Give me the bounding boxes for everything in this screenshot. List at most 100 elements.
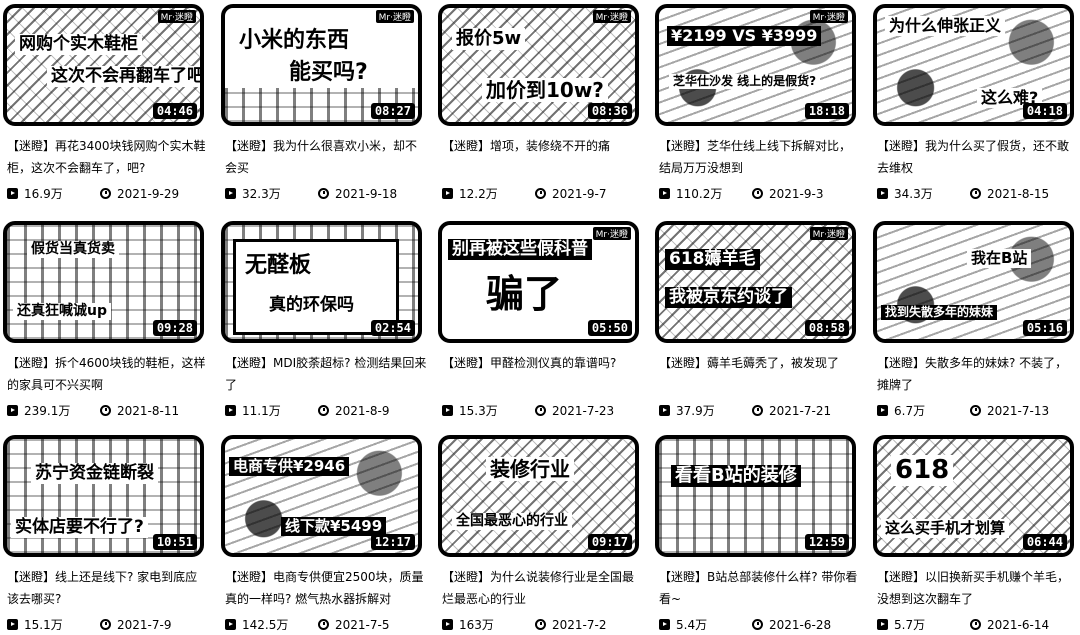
view-count: 37.9万 <box>676 404 715 418</box>
video-title[interactable]: 【迷瞪】线上还是线下? 家电到底应该去哪买? <box>7 566 209 610</box>
clock-icon <box>318 619 329 630</box>
video-card[interactable]: 装修行业 全国最恶心的行业 09:17 【迷瞪】为什么说装修行业是全国最烂最恶心… <box>438 435 648 635</box>
view-count: 12.2万 <box>459 187 498 201</box>
video-title[interactable]: 【迷瞪】电商专供便宜2500块，质量真的一样吗? 燃气热水器拆解对 <box>225 566 427 610</box>
duration-badge: 05:16 <box>1022 320 1067 336</box>
video-thumbnail[interactable]: 苏宁资金链断裂 实体店要不行了? 10:51 <box>3 435 204 557</box>
play-count-icon <box>877 188 888 199</box>
video-meta: 34.3万 2021-8-15 <box>877 185 1080 202</box>
view-count: 239.1万 <box>24 404 71 418</box>
video-title[interactable]: 【迷瞪】甲醛检测仪真的靠谱吗? <box>442 352 644 396</box>
video-title[interactable]: 【迷瞪】MDI胶荼超标? 检测结果回来了 <box>225 352 427 396</box>
video-card[interactable]: 网购个实木鞋柜 这次不会再翻车了吧 Mr·迷瞪 04:46 【迷瞪】再花3400… <box>3 4 213 204</box>
clock-icon <box>752 619 763 630</box>
video-card[interactable]: 我在B站 找到失散多年的妹妹 05:16 【迷瞪】失散多年的妹妹? 不装了，摊牌… <box>873 221 1080 421</box>
view-count: 6.7万 <box>894 404 926 418</box>
video-thumbnail[interactable]: 小米的东西 能买吗? Mr·迷瞪 08:27 <box>221 4 422 126</box>
thumbnail-caption: 装修行业 <box>486 457 574 481</box>
video-thumbnail[interactable]: 无醛板 真的环保吗 02:54 <box>221 221 422 343</box>
view-count: 163万 <box>459 618 494 632</box>
video-grid: 网购个实木鞋柜 这次不会再翻车了吧 Mr·迷瞪 04:46 【迷瞪】再花3400… <box>0 0 1080 632</box>
clock-icon <box>970 188 981 199</box>
play-count-icon <box>442 405 453 416</box>
video-card[interactable]: 为什么伸张正义 这么难? 04:18 【迷瞪】我为什么买了假货，还不敢去维权 3… <box>873 4 1080 204</box>
video-card[interactable]: 别再被这些假科普 骗了 Mr·迷瞪 05:50 【迷瞪】甲醛检测仪真的靠谱吗? … <box>438 221 648 421</box>
thumbnail-caption: 网购个实木鞋柜 <box>15 34 142 55</box>
thumbnail-caption: 我被京东约谈了 <box>665 287 792 308</box>
publish-date: 2021-8-9 <box>335 403 390 418</box>
video-title[interactable]: 【迷瞪】芝华仕线上线下拆解对比，结局万万没想到 <box>659 135 861 179</box>
thumbnail-caption: 假货当真货卖 <box>27 241 119 259</box>
video-title[interactable]: 【迷瞪】我为什么很喜欢小米，却不会买 <box>225 135 427 179</box>
duration-badge: 04:18 <box>1022 103 1067 119</box>
video-title[interactable]: 【迷瞪】以旧换新买手机赚个羊毛，没想到这次翻车了 <box>877 566 1079 610</box>
video-card[interactable]: 假货当真货卖 还真狂喊诚up 09:28 【迷瞪】拆个4600块钱的鞋柜，这样的… <box>3 221 213 421</box>
video-thumbnail[interactable]: 618薅羊毛 我被京东约谈了 Mr·迷瞪 08:58 <box>655 221 856 343</box>
video-title[interactable]: 【迷瞪】失散多年的妹妹? 不装了，摊牌了 <box>877 352 1079 396</box>
play-count-icon <box>659 619 670 630</box>
watermark: Mr·迷瞪 <box>157 10 196 23</box>
publish-date: 2021-8-15 <box>987 186 1050 201</box>
duration-badge: 10:51 <box>152 534 197 550</box>
watermark: Mr·迷瞪 <box>592 10 631 23</box>
video-title[interactable]: 【迷瞪】我为什么买了假货，还不敢去维权 <box>877 135 1079 179</box>
publish-date: 2021-7-23 <box>552 403 615 418</box>
video-thumbnail[interactable]: 我在B站 找到失散多年的妹妹 05:16 <box>873 221 1074 343</box>
video-card[interactable]: 报价5w 加价到10w? Mr·迷瞪 08:36 【迷瞪】增项，装修绕不开的痛 … <box>438 4 648 204</box>
view-count: 11.1万 <box>242 404 281 418</box>
video-title[interactable]: 【迷瞪】B站总部装修什么样? 带你看看~ <box>659 566 861 610</box>
video-card[interactable]: ¥2199 VS ¥3999 芝华仕沙发 线上的是假货? Mr·迷瞪 18:18… <box>655 4 865 204</box>
duration-badge: 05:50 <box>587 320 632 336</box>
video-card[interactable]: 618薅羊毛 我被京东约谈了 Mr·迷瞪 08:58 【迷瞪】薅羊毛薅秃了，被发… <box>655 221 865 421</box>
video-thumbnail[interactable]: 618 这么买手机才划算 06:44 <box>873 435 1074 557</box>
publish-date: 2021-6-28 <box>769 617 832 632</box>
video-title[interactable]: 【迷瞪】薅羊毛薅秃了，被发现了 <box>659 352 861 396</box>
video-thumbnail[interactable]: ¥2199 VS ¥3999 芝华仕沙发 线上的是假货? Mr·迷瞪 18:18 <box>655 4 856 126</box>
thumbnail-caption: 小米的东西 <box>235 28 354 55</box>
play-count-icon <box>442 619 453 630</box>
watermark: Mr·迷瞪 <box>809 10 848 23</box>
video-thumbnail[interactable]: 装修行业 全国最恶心的行业 09:17 <box>438 435 639 557</box>
play-count-icon <box>877 405 888 416</box>
view-count: 34.3万 <box>894 187 933 201</box>
video-title[interactable]: 【迷瞪】为什么说装修行业是全国最烂最恶心的行业 <box>442 566 644 610</box>
video-card[interactable]: 苏宁资金链断裂 实体店要不行了? 10:51 【迷瞪】线上还是线下? 家电到底应… <box>3 435 213 635</box>
video-card[interactable]: 无醛板 真的环保吗 02:54 【迷瞪】MDI胶荼超标? 检测结果回来了 11.… <box>221 221 431 421</box>
view-count: 5.4万 <box>676 618 708 632</box>
play-count-icon <box>659 405 670 416</box>
publish-date: 2021-7-9 <box>117 617 172 632</box>
clock-icon <box>535 619 546 630</box>
clock-icon <box>100 188 111 199</box>
publish-date: 2021-7-13 <box>987 403 1050 418</box>
video-title[interactable]: 【迷瞪】再花3400块钱网购个实木鞋柜，这次不会翻车了，吧? <box>7 135 209 179</box>
video-meta: 12.2万 2021-9-7 <box>442 185 648 202</box>
video-thumbnail[interactable]: 为什么伸张正义 这么难? 04:18 <box>873 4 1074 126</box>
video-thumbnail[interactable]: 看看B站的装修 12:59 <box>655 435 856 557</box>
view-count: 15.1万 <box>24 618 63 632</box>
video-thumbnail[interactable]: 网购个实木鞋柜 这次不会再翻车了吧 Mr·迷瞪 04:46 <box>3 4 204 126</box>
video-card[interactable]: 看看B站的装修 12:59 【迷瞪】B站总部装修什么样? 带你看看~ 5.4万 … <box>655 435 865 635</box>
video-meta: 110.2万 2021-9-3 <box>659 185 865 202</box>
thumbnail-caption: 骗了 <box>482 273 567 317</box>
video-thumbnail[interactable]: 别再被这些假科普 骗了 Mr·迷瞪 05:50 <box>438 221 639 343</box>
clock-icon <box>100 405 111 416</box>
video-card[interactable]: 618 这么买手机才划算 06:44 【迷瞪】以旧换新买手机赚个羊毛，没想到这次… <box>873 435 1080 635</box>
video-title[interactable]: 【迷瞪】拆个4600块钱的鞋柜，这样的家具可不兴买啊 <box>7 352 209 396</box>
thumbnail-caption: 找到失散多年的妹妹 <box>881 305 998 321</box>
video-meta: 37.9万 2021-7-21 <box>659 402 865 419</box>
view-count: 16.9万 <box>24 187 63 201</box>
publish-date: 2021-9-29 <box>117 186 180 201</box>
video-meta: 6.7万 2021-7-13 <box>877 402 1080 419</box>
video-card[interactable]: 电商专供¥2946 线下款¥5499 12:17 【迷瞪】电商专供便宜2500块… <box>221 435 431 635</box>
video-thumbnail[interactable]: 报价5w 加价到10w? Mr·迷瞪 08:36 <box>438 4 639 126</box>
view-count: 142.5万 <box>242 618 289 632</box>
thumbnail-caption: 电商专供¥2946 <box>229 457 350 476</box>
play-count-icon <box>7 619 18 630</box>
video-thumbnail[interactable]: 假货当真货卖 还真狂喊诚up 09:28 <box>3 221 204 343</box>
thumbnail-caption: 这次不会再翻车了吧 <box>47 66 200 87</box>
video-meta: 5.4万 2021-6-28 <box>659 616 865 633</box>
video-title[interactable]: 【迷瞪】增项，装修绕不开的痛 <box>442 135 644 179</box>
clock-icon <box>752 405 763 416</box>
video-thumbnail[interactable]: 电商专供¥2946 线下款¥5499 12:17 <box>221 435 422 557</box>
video-card[interactable]: 小米的东西 能买吗? Mr·迷瞪 08:27 【迷瞪】我为什么很喜欢小米，却不会… <box>221 4 431 204</box>
